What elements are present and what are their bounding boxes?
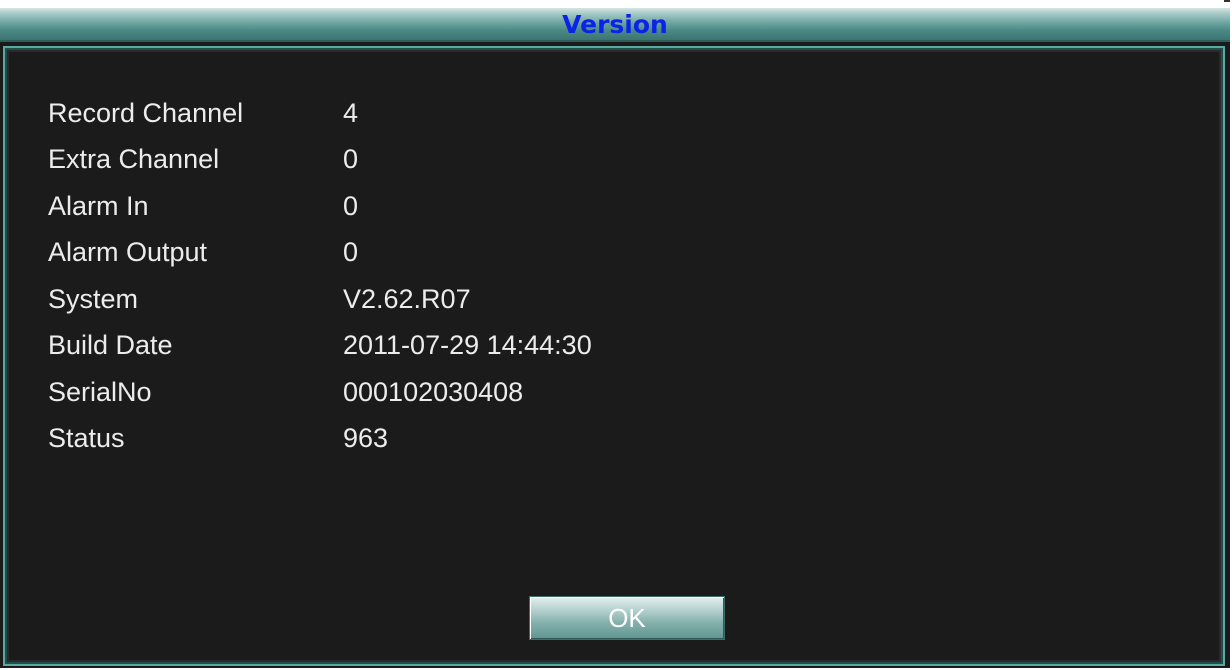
info-row-system: System V2.62.R07: [48, 276, 592, 323]
info-label: Build Date: [48, 330, 173, 361]
info-label: SerialNo: [48, 376, 152, 407]
info-label: Extra Channel: [48, 144, 220, 175]
info-value: 0: [343, 190, 359, 221]
info-label: Record Channel: [48, 97, 244, 128]
version-dialog: Version Record Channel 4 Extra Channel 0…: [0, 8, 1230, 668]
info-value: 2011-07-29 14:44:30: [343, 330, 592, 361]
dialog-titlebar: Version: [0, 8, 1230, 42]
info-row-status: Status 963: [48, 416, 592, 463]
version-info-table: Record Channel 4 Extra Channel 0 Alarm I…: [48, 90, 592, 462]
dialog-title: Version: [562, 10, 668, 39]
info-row-extra-channel: Extra Channel 0: [48, 137, 592, 184]
info-label: Alarm Output: [48, 237, 208, 268]
corner-mark: [1224, 0, 1230, 2]
info-row-alarm-in: Alarm In 0: [48, 183, 592, 230]
info-label: Alarm In: [48, 190, 149, 221]
info-row-record-channel: Record Channel 4: [48, 90, 592, 137]
info-value: 000102030408: [343, 376, 524, 407]
info-value: 4: [343, 97, 359, 128]
ok-button[interactable]: OK: [529, 596, 725, 640]
info-label: System: [48, 283, 139, 314]
info-value: 963: [343, 423, 389, 454]
info-row-serial-no: SerialNo 000102030408: [48, 369, 592, 416]
info-value: 0: [343, 144, 359, 175]
info-value: V2.62.R07: [343, 283, 471, 314]
info-label: Status: [48, 423, 125, 454]
info-row-alarm-output: Alarm Output 0: [48, 230, 592, 277]
info-row-build-date: Build Date 2011-07-29 14:44:30: [48, 323, 592, 370]
info-value: 0: [343, 237, 359, 268]
